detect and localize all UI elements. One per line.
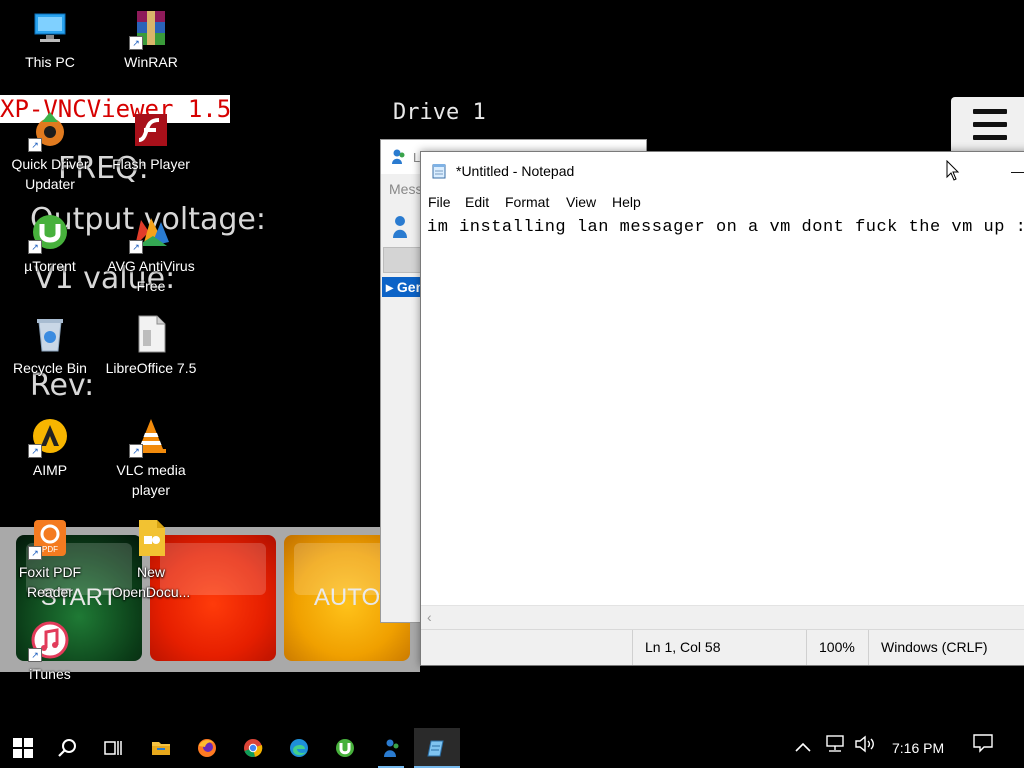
show-hidden-icons-button[interactable] xyxy=(794,728,812,768)
taskbar-chrome[interactable] xyxy=(230,728,276,768)
network-icon xyxy=(826,735,844,752)
taskbar: 7:16 PM xyxy=(0,728,1024,768)
desktop-icon-recycle-bin[interactable]: Recycle Bin xyxy=(0,314,100,378)
lan-messenger-message-label: Mess xyxy=(389,181,423,197)
desktop-icon-winrar[interactable]: ↗ WinRAR xyxy=(101,8,201,72)
shortcut-arrow-icon: ↗ xyxy=(129,240,143,254)
status-zoom: 100% xyxy=(806,630,868,665)
menu-file[interactable]: File xyxy=(428,194,451,210)
notepad-icon xyxy=(427,740,444,757)
shortcut-arrow-icon: ↗ xyxy=(28,444,42,458)
desktop-icon-utorrent[interactable]: ↗ µTorrent xyxy=(0,212,100,276)
desktop-icon-flash-player[interactable]: Flash Player xyxy=(101,110,201,174)
notepad-titlebar[interactable]: *Untitled - Notepad — xyxy=(421,152,1024,190)
status-cursor-position: Ln 1, Col 58 xyxy=(632,630,806,665)
minimize-icon[interactable]: — xyxy=(1011,152,1024,190)
notification-icon xyxy=(973,734,993,753)
taskbar-edge[interactable] xyxy=(276,728,322,768)
notifications-button[interactable] xyxy=(972,728,994,768)
utorrent-icon xyxy=(336,739,354,757)
desktop: XP-VNCViewer 1.50 Drive 1 FREQ: Output v… xyxy=(0,0,1024,728)
task-view-button[interactable] xyxy=(90,728,136,768)
shortcut-arrow-icon: ↗ xyxy=(28,138,42,152)
itunes-icon: ↗ xyxy=(28,620,70,662)
shortcut-arrow-icon: ↗ xyxy=(28,546,42,560)
horizontal-scrollbar[interactable]: ‹ xyxy=(421,605,1024,630)
edge-icon xyxy=(290,739,308,757)
vlc-icon: ↗ xyxy=(129,416,171,458)
taskbar-file-explorer[interactable] xyxy=(138,728,184,768)
network-button[interactable] xyxy=(824,728,846,768)
desktop-icon-vlc[interactable]: ↗ VLC media player xyxy=(101,416,201,500)
volume-button[interactable] xyxy=(854,728,876,768)
notepad-menubar: File Edit Format View Help xyxy=(421,190,1024,214)
chevron-up-icon xyxy=(795,742,811,752)
desktop-icon-this-pc[interactable]: This PC xyxy=(0,8,100,72)
shortcut-arrow-icon: ↗ xyxy=(28,240,42,254)
libreoffice-icon xyxy=(131,314,171,354)
notepad-window[interactable]: *Untitled - Notepad — File Edit Format V… xyxy=(420,151,1024,666)
firefox-icon xyxy=(198,739,216,757)
search-button[interactable] xyxy=(45,728,91,768)
task-view-icon xyxy=(104,741,122,755)
menu-format[interactable]: Format xyxy=(505,194,549,210)
desktop-icon-aimp[interactable]: ↗ AIMP xyxy=(0,416,100,480)
notepad-text-line: im installing lan messager on a vm dont … xyxy=(427,218,1024,237)
notepad-title: *Untitled - Notepad xyxy=(456,163,575,179)
wallpaper-drive-label: Drive 1 xyxy=(393,100,486,125)
notepad-icon xyxy=(431,163,447,179)
shortcut-arrow-icon: ↗ xyxy=(28,648,42,662)
desktop-icon-foxit-pdf[interactable]: PDF ↗ Foxit PDF Reader xyxy=(0,518,100,602)
lan-messenger-icon xyxy=(389,148,407,166)
search-icon xyxy=(58,739,76,757)
lan-messenger-icon xyxy=(384,739,399,757)
opendocument-icon xyxy=(131,518,171,558)
chrome-icon xyxy=(244,739,263,758)
desktop-icon-new-opendocument[interactable]: New OpenDocu... xyxy=(101,518,201,602)
speaker-icon xyxy=(855,735,874,753)
notepad-statusbar: Ln 1, Col 58 100% Windows (CRLF) xyxy=(421,629,1024,665)
avg-antivirus-icon: ↗ xyxy=(129,212,171,254)
mouse-cursor-icon xyxy=(946,159,960,182)
windows-logo-icon xyxy=(13,738,33,758)
utorrent-icon: ↗ xyxy=(28,212,70,254)
desktop-icon-quick-driver-updater[interactable]: ↗ Quick Driver Updater xyxy=(0,110,100,194)
recycle-bin-icon xyxy=(30,314,70,354)
menu-view[interactable]: View xyxy=(566,194,596,210)
start-button[interactable] xyxy=(0,728,46,768)
shortcut-arrow-icon: ↗ xyxy=(129,444,143,458)
flash-player-icon xyxy=(131,110,171,150)
notepad-text-area[interactable]: im installing lan messager on a vm dont … xyxy=(421,214,1024,606)
taskbar-clock[interactable]: 7:16 PM xyxy=(892,728,944,768)
user-status-icon[interactable] xyxy=(385,212,415,242)
foxit-pdf-icon: PDF ↗ xyxy=(28,518,70,560)
desktop-icon-avg-antivirus[interactable]: ↗ AVG AntiVirus Free xyxy=(101,212,201,296)
this-pc-icon xyxy=(30,8,70,48)
taskbar-firefox[interactable] xyxy=(184,728,230,768)
scroll-left-icon[interactable]: ‹ xyxy=(427,609,432,625)
folder-icon xyxy=(152,742,170,755)
status-line-ending: Windows (CRLF) xyxy=(868,630,1021,665)
shortcut-arrow-icon: ↗ xyxy=(129,36,143,50)
taskbar-notepad[interactable] xyxy=(414,728,460,768)
desktop-icon-libreoffice[interactable]: LibreOffice 7.5 xyxy=(101,314,201,378)
winrar-icon: ↗ xyxy=(129,8,171,50)
taskbar-utorrent[interactable] xyxy=(322,728,368,768)
lan-messenger-toolbar-button[interactable] xyxy=(383,247,421,273)
aimp-icon: ↗ xyxy=(28,416,70,458)
menu-edit[interactable]: Edit xyxy=(465,194,489,210)
desktop-icon-itunes[interactable]: ↗ iTunes xyxy=(0,620,100,684)
menu-help[interactable]: Help xyxy=(612,194,641,210)
taskbar-lan-messenger[interactable] xyxy=(368,728,414,768)
quick-driver-updater-icon: ↗ xyxy=(28,110,70,152)
wallpaper-menu-icon xyxy=(951,97,1024,154)
svg-text:PDF: PDF xyxy=(42,545,58,554)
